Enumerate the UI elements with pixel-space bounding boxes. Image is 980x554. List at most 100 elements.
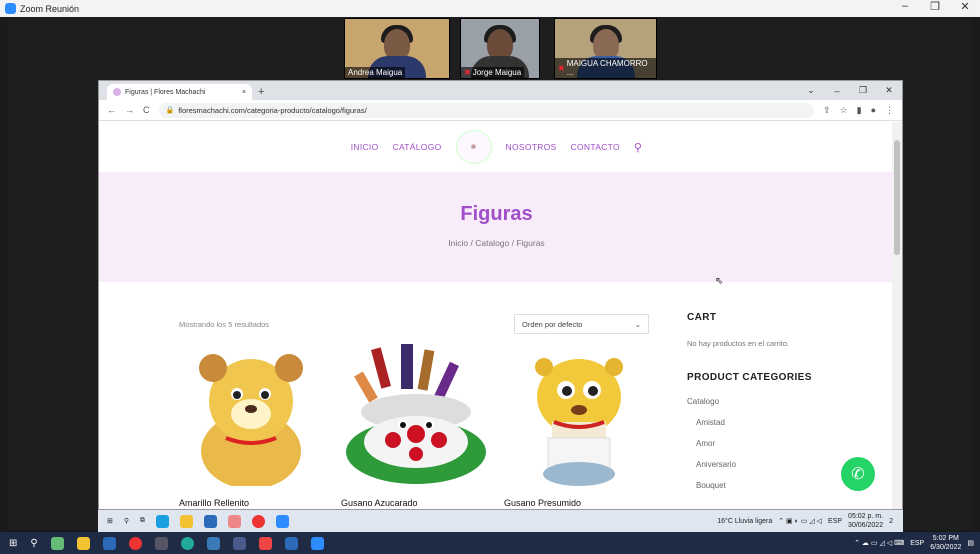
- app-icon[interactable]: [154, 536, 168, 550]
- product-card[interactable]: Amarillo Rellenito: [179, 342, 329, 508]
- zoom-minimize-button[interactable]: –: [890, 0, 920, 13]
- reload-icon[interactable]: C: [143, 105, 150, 115]
- profile-icon[interactable]: ●: [871, 105, 876, 115]
- search-icon[interactable]: ⚲: [30, 538, 37, 549]
- cart-empty-text: No hay productos en el carrito.: [687, 339, 790, 348]
- zoom-app-icon: [5, 3, 16, 14]
- restore-button[interactable]: ❐: [850, 85, 876, 96]
- category-catalogo[interactable]: Catalogo: [687, 397, 817, 406]
- product-image[interactable]: [179, 342, 329, 488]
- word-icon[interactable]: [102, 536, 116, 550]
- tab-close-icon[interactable]: ×: [242, 89, 246, 96]
- chrome-icon[interactable]: [252, 514, 266, 528]
- tab-search-button[interactable]: ⌄: [798, 85, 824, 96]
- clock[interactable]: 05:02 p. m. 30/06/2022: [848, 512, 883, 530]
- minimize-button[interactable]: –: [824, 86, 850, 96]
- notification-icon[interactable]: 2: [889, 518, 893, 525]
- nav-inicio[interactable]: INICIO: [351, 142, 379, 152]
- app-icon[interactable]: [180, 536, 194, 550]
- product-image[interactable]: [504, 342, 654, 488]
- share-icon[interactable]: ⇪: [823, 105, 831, 116]
- nav-catalogo[interactable]: CATÁLOGO: [393, 142, 442, 152]
- host-taskbar: ⊞ ⚲ ⌃ ☁ ▭ ◿ ◁ ⌨ ESP 5:02 PM 6/30/2022 ▤: [0, 532, 980, 554]
- product-name[interactable]: Gusano Azucarado: [341, 498, 491, 508]
- new-tab-button[interactable]: +: [258, 86, 264, 98]
- tray-icons[interactable]: ⌃ ▣ ◐ ▭ ◿ ◁: [778, 517, 822, 525]
- zoom-close-button[interactable]: ✕: [950, 0, 980, 13]
- zoom-window-title: Zoom Reunión: [20, 3, 80, 14]
- product-card[interactable]: Gusano Presumido: [504, 342, 654, 508]
- language-indicator[interactable]: ESP: [910, 540, 924, 547]
- app-icon[interactable]: [232, 536, 246, 550]
- shop-sidebar: CART No hay productos en el carrito. PRO…: [687, 312, 817, 502]
- zoom-taskbar-icon[interactable]: [276, 514, 290, 528]
- app-icon[interactable]: [50, 536, 64, 550]
- site-nav: INICIO CATÁLOGO ❀ NOSOTROS CONTACTO ⚲: [99, 122, 894, 172]
- windows-start-icon[interactable]: ⊞: [107, 517, 113, 525]
- category-bouquet[interactable]: Bouquet: [696, 481, 817, 490]
- participant-name: ✖ MAIGUA CHAMORRO ...: [555, 58, 656, 78]
- forward-icon[interactable]: →: [125, 105, 134, 115]
- weather-text[interactable]: 16°C Lluvia ligera: [717, 518, 772, 525]
- cart-heading: CART: [687, 312, 717, 323]
- product-image[interactable]: [341, 342, 491, 488]
- page-scrollbar[interactable]: [892, 122, 902, 509]
- chrome-icon[interactable]: [128, 536, 142, 550]
- nav-nosotros[interactable]: NOSOTROS: [506, 142, 557, 152]
- shared-screen-taskbar: ⊞ ⚲ ⧉ 16°C Lluvia ligera ⌃ ▣ ◐ ▭ ◿ ◁ ESP…: [98, 510, 903, 532]
- paint-icon[interactable]: [228, 514, 242, 528]
- web-page: INICIO CATÁLOGO ❀ NOSOTROS CONTACTO ⚲ Fi…: [99, 122, 894, 509]
- scrollbar-thumb[interactable]: [894, 140, 900, 255]
- tray-icons[interactable]: ⌃ ☁ ▭ ◿ ◁ ⌨: [854, 539, 904, 547]
- breadcrumb: Inicio / Catalogo / Figuras: [448, 238, 545, 248]
- favicon-icon: [113, 88, 121, 96]
- file-explorer-icon[interactable]: [180, 514, 194, 528]
- category-aniversario[interactable]: Aniversario: [696, 460, 817, 469]
- shop-content: Mostrando los 5 resultados Orden por def…: [99, 282, 894, 509]
- clock[interactable]: 5:02 PM 6/30/2022: [930, 534, 961, 552]
- language-indicator[interactable]: ESP: [828, 518, 842, 525]
- zoom-maximize-button[interactable]: ❐: [920, 0, 950, 13]
- participant-video-3[interactable]: ✖ MAIGUA CHAMORRO ...: [554, 18, 657, 79]
- search-icon[interactable]: ⚲: [124, 517, 129, 525]
- participant-video-1[interactable]: Andrea Maigua: [344, 18, 450, 79]
- tab-title: Figuras | Flores Machachi: [125, 88, 206, 96]
- task-view-icon[interactable]: ⧉: [140, 517, 145, 525]
- back-icon[interactable]: ←: [107, 105, 116, 115]
- address-bar-row: ← → C 🔒 floresmachachi.com/categoria-pro…: [99, 100, 902, 121]
- category-amistad[interactable]: Amistad: [696, 418, 817, 427]
- product-name[interactable]: Gusano Presumido: [504, 498, 654, 508]
- menu-icon[interactable]: ⋮: [885, 105, 894, 116]
- store-icon[interactable]: [204, 514, 218, 528]
- search-icon[interactable]: ⚲: [634, 141, 642, 154]
- browser-tab[interactable]: Figuras | Flores Machachi ×: [107, 84, 252, 100]
- brave-icon[interactable]: [258, 536, 272, 550]
- yellow-dog-flower-image: [535, 358, 623, 486]
- app-icon[interactable]: [284, 536, 298, 550]
- participant-video-2[interactable]: ✖ Jorge Maigua: [460, 18, 540, 79]
- participant-name: Andrea Maigua: [345, 67, 406, 78]
- nav-contacto[interactable]: CONTACTO: [571, 142, 620, 152]
- bookmark-star-icon[interactable]: ☆: [840, 105, 848, 116]
- file-explorer-icon[interactable]: [76, 536, 90, 550]
- page-hero: Figuras Inicio / Catalogo / Figuras: [99, 172, 894, 282]
- sidebar-icon[interactable]: ▮: [857, 105, 862, 116]
- windows-start-icon[interactable]: ⊞: [9, 538, 17, 549]
- product-card[interactable]: Gusano Azucarado: [341, 342, 491, 508]
- category-amor[interactable]: Amor: [696, 439, 817, 448]
- zoom-taskbar-icon[interactable]: [310, 536, 324, 550]
- site-logo[interactable]: ❀: [455, 130, 492, 164]
- whatsapp-icon[interactable]: ✆: [841, 457, 875, 491]
- product-name[interactable]: Amarillo Rellenito: [179, 498, 329, 508]
- sort-select[interactable]: Orden por defecto ⌄: [514, 314, 649, 334]
- page-title: Figuras: [460, 203, 533, 225]
- edge-icon[interactable]: [156, 514, 170, 528]
- tab-strip: Figuras | Flores Machachi × + ⌄ – ❐ ✕: [99, 81, 902, 100]
- url-field[interactable]: 🔒 floresmachachi.com/categoria-producto/…: [158, 102, 814, 118]
- participant-name: ✖ Jorge Maigua: [461, 67, 525, 78]
- teddy-bear-flower-image: [199, 354, 303, 486]
- close-button[interactable]: ✕: [876, 85, 902, 96]
- zoom-title-bar: Zoom Reunión – ❐ ✕: [0, 0, 980, 17]
- app-icon[interactable]: [206, 536, 220, 550]
- notification-icon[interactable]: ▤: [967, 539, 974, 547]
